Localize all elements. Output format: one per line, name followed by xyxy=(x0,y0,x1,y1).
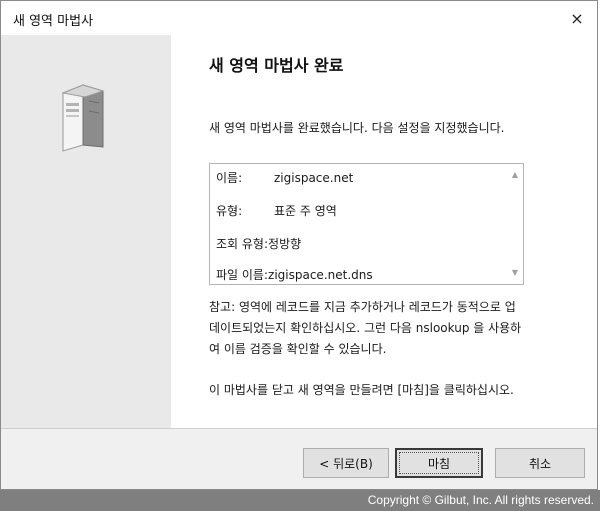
summary-label: 이름: xyxy=(216,171,243,185)
note-line: 참고: 영역에 레코드를 지금 추가하거나 레코드가 동적으로 업 xyxy=(209,300,516,314)
summary-label: 파일 이름: xyxy=(216,268,269,282)
summary-value: 표준 주 영역 xyxy=(274,204,337,218)
summary-row-file-name: 파일 이름:zigispace.net.dns xyxy=(216,266,373,283)
note-line: 여 이름 검증을 확인할 수 있습니다. xyxy=(209,342,387,356)
summary-row-name: 이름: zigispace.net xyxy=(216,169,353,186)
summary-label: 유형: xyxy=(216,204,243,218)
page-title: 새 영역 마법사 완료 xyxy=(209,56,344,75)
summary-label: 조회 유형: xyxy=(216,237,269,251)
summary-value: zigispace.net xyxy=(274,171,354,185)
wizard-side-panel xyxy=(1,35,171,428)
summary-row-lookup-type: 조회 유형:정방향 xyxy=(216,235,301,252)
completion-description: 새 영역 마법사를 완료했습니다. 다음 설정을 지정했습니다. xyxy=(209,121,505,135)
summary-row-type: 유형: 표준 주 영역 xyxy=(216,202,337,219)
copyright-text: Copyright © Gilbut, Inc. All rights rese… xyxy=(367,493,594,507)
settings-summary-box[interactable]: 이름: zigispace.net 유형: 표준 주 영역 조회 유형:정방향 파일… xyxy=(209,163,524,285)
note-text: 참고: 영역에 레코드를 지금 추가하거나 레코드가 동적으로 업 데이트되었는… xyxy=(209,297,569,360)
focus-ring xyxy=(399,452,479,474)
summary-scrollbar[interactable]: ▲ ▼ xyxy=(507,164,523,284)
title-bar: 새 영역 마법사 × xyxy=(1,1,597,35)
window-title: 새 영역 마법사 xyxy=(13,14,94,29)
cancel-button[interactable]: 취소 xyxy=(495,448,585,478)
scroll-down-icon[interactable]: ▼ xyxy=(510,268,520,278)
scroll-up-icon[interactable]: ▲ xyxy=(510,170,520,180)
button-bar: < 뒤로(B) 마침 취소 xyxy=(1,429,597,489)
summary-value: zigispace.net.dns xyxy=(268,268,373,282)
finish-instruction: 이 마법사를 닫고 새 영역을 만들려면 [마침]을 클릭하십시오. xyxy=(209,383,514,397)
summary-value: 정방향 xyxy=(268,237,302,251)
wizard-content: 새 영역 마법사 완료 새 영역 마법사를 완료했습니다. 다음 설정을 지정했… xyxy=(171,35,597,428)
back-button[interactable]: < 뒤로(B) xyxy=(303,448,389,478)
close-icon[interactable]: × xyxy=(563,5,591,31)
finish-button[interactable]: 마침 xyxy=(395,448,483,478)
copyright-bar: Copyright © Gilbut, Inc. All rights rese… xyxy=(0,490,600,511)
note-line: 데이트되었는지 확인하십시오. 그런 다음 nslookup 을 사용하 xyxy=(209,321,522,335)
server-icon xyxy=(61,84,105,152)
wizard-window: 새 영역 마법사 × 새 영역 마법사 완료 새 영역 마법사를 완료했습니다.… xyxy=(0,0,598,490)
